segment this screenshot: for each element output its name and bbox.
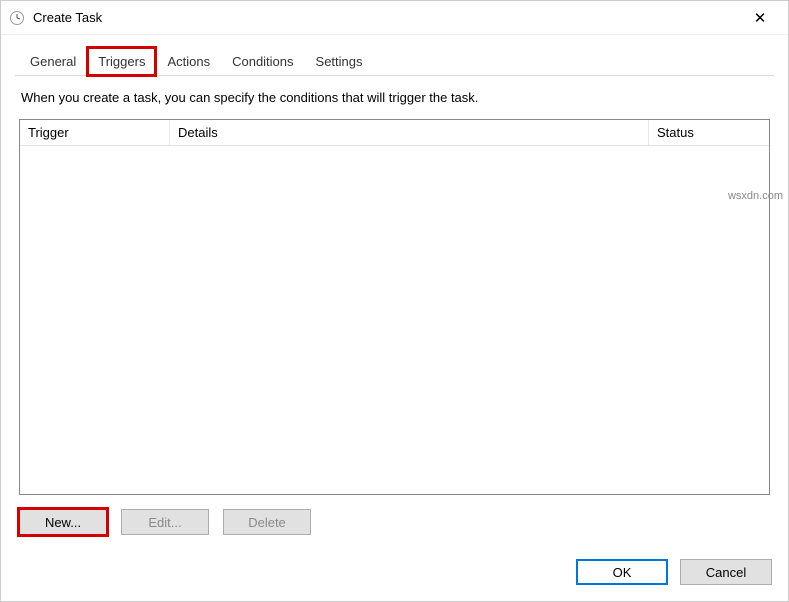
titlebar: Create Task ✕: [1, 1, 788, 35]
cancel-button[interactable]: Cancel: [680, 559, 772, 585]
close-button[interactable]: ✕: [740, 5, 780, 31]
edit-button: Edit...: [121, 509, 209, 535]
close-icon: ✕: [754, 9, 767, 27]
dialog-content: General Triggers Actions Conditions Sett…: [1, 35, 788, 545]
triggers-pane: When you create a task, you can specify …: [15, 76, 774, 541]
tab-settings[interactable]: Settings: [305, 47, 374, 76]
tab-general[interactable]: General: [19, 47, 87, 76]
column-status[interactable]: Status: [649, 120, 769, 145]
pane-description: When you create a task, you can specify …: [21, 90, 770, 105]
dialog-footer: OK Cancel: [1, 545, 788, 601]
clock-icon: [9, 10, 25, 26]
tab-strip: General Triggers Actions Conditions Sett…: [15, 47, 774, 76]
tab-triggers[interactable]: Triggers: [87, 47, 156, 76]
column-details[interactable]: Details: [170, 120, 649, 145]
new-button[interactable]: New...: [19, 509, 107, 535]
delete-button: Delete: [223, 509, 311, 535]
ok-button[interactable]: OK: [576, 559, 668, 585]
tab-conditions[interactable]: Conditions: [221, 47, 304, 76]
window-title: Create Task: [33, 10, 740, 25]
trigger-buttons: New... Edit... Delete: [19, 509, 770, 535]
tab-actions[interactable]: Actions: [156, 47, 221, 76]
table-body[interactable]: [20, 146, 769, 494]
column-trigger[interactable]: Trigger: [20, 120, 170, 145]
create-task-dialog: Create Task ✕ General Triggers Actions C…: [0, 0, 789, 602]
table-header: Trigger Details Status: [20, 120, 769, 146]
watermark: wsxdn.com: [728, 190, 783, 202]
triggers-table[interactable]: Trigger Details Status: [19, 119, 770, 495]
